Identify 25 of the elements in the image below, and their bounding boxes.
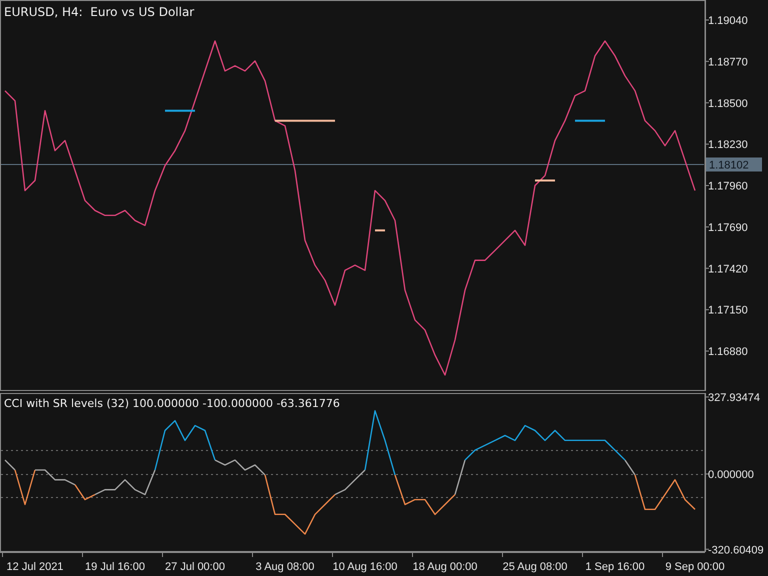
current-price-label: 1.18102 (706, 158, 762, 172)
tick-label: 19 Jul 16:00 (85, 561, 145, 573)
tick-label: 9 Sep 00:00 (665, 561, 725, 573)
tick-label: 1.17960 (708, 180, 748, 193)
tick-label: 1.17690 (708, 222, 748, 234)
tick-label: 1.16880 (708, 346, 748, 358)
tick-label: 10 Aug 16:00 (332, 561, 398, 573)
tick-label: 27 Jul 00:00 (165, 561, 225, 573)
tick-label: 1.18230 (708, 139, 748, 152)
tick-label: 327.93474 (708, 393, 760, 404)
chart-title: CCI with SR levels (32) 100.000000 -100.000000 -63.361776 (4, 397, 340, 410)
tick-label: 1.19040 (708, 15, 748, 27)
tick-label: 18 Aug 00:00 (412, 561, 478, 573)
tick-label: 1 Sep 16:00 (585, 561, 645, 573)
chart-title: EURUSD, H4: Euro vs US Dollar (4, 5, 194, 19)
tick-label: 12 Jul 2021 (6, 561, 64, 573)
tick-label: -320.60409 (708, 544, 764, 556)
tick-label: 0.000000 (708, 468, 754, 481)
tick-label: 1.17150 (708, 304, 748, 317)
ref-line-label: 1.18102 (709, 160, 749, 172)
tick-label: 3 Aug 08:00 (256, 561, 314, 573)
tick-label: 1.17420 (708, 263, 748, 276)
tick-label: 1.18500 (708, 98, 748, 110)
tick-label: 25 Aug 08:00 (502, 561, 568, 573)
tick-label: 1.18770 (708, 56, 748, 68)
